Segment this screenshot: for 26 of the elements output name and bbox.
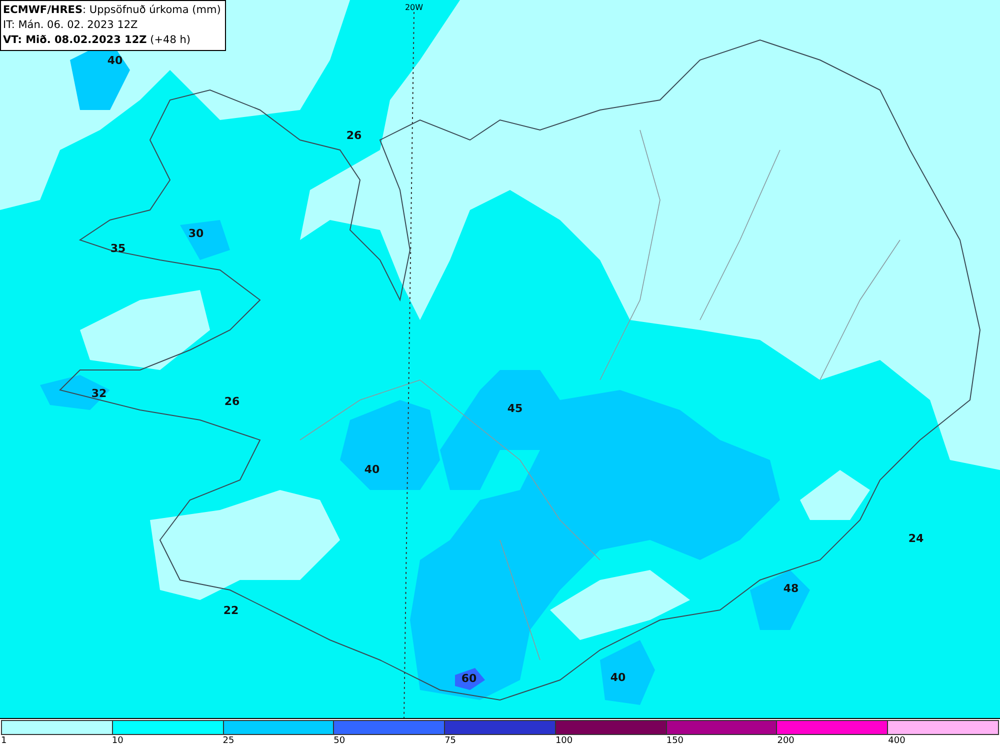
- legend-label: 100: [555, 736, 573, 746]
- contour-value: 26: [346, 129, 362, 142]
- contour-value: 45: [507, 402, 523, 415]
- contour-value: 40: [364, 463, 380, 476]
- legend-label: 150: [666, 736, 684, 746]
- contour-value: 40: [610, 671, 626, 684]
- legend-label: 1: [1, 736, 7, 746]
- contour-value: 26: [224, 395, 240, 408]
- legend-label: 50: [334, 736, 346, 746]
- legend-label: 200: [777, 736, 794, 746]
- contour-value: 30: [188, 227, 204, 240]
- legend-label: 400: [888, 736, 906, 746]
- contour-value: 24: [908, 532, 924, 545]
- contour-value: 48: [783, 582, 799, 595]
- legend-label: 10: [112, 736, 124, 746]
- contour-value: 22: [223, 604, 239, 617]
- legend-label: 25: [222, 736, 234, 746]
- contour-value: 60: [461, 672, 477, 685]
- title-line: VT: Mið. 08.02.2023 12Z (+48 h): [3, 33, 192, 48]
- contour-value: 40: [107, 54, 123, 67]
- title-line: IT: Mán. 06. 02. 2023 12Z: [3, 18, 139, 33]
- contour-value: 32: [91, 387, 107, 400]
- legend-label: 75: [444, 736, 456, 746]
- contour-value: 35: [110, 242, 126, 255]
- title-line: ECMWF/HRES: Uppsöfnuð úrkoma (mm): [3, 3, 221, 18]
- meridian-label: 20W: [404, 3, 424, 12]
